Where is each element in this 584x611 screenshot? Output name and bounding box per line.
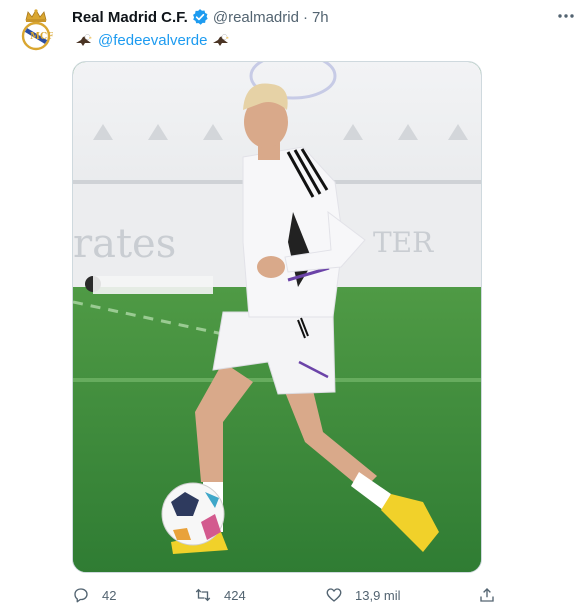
player-photo-image: rates TER [73,62,481,572]
separator-dot: · [302,8,308,26]
real-madrid-crest-icon: MCF [21,9,53,51]
like-count: 13,9 mil [355,587,401,603]
display-name[interactable]: Real Madrid C.F. [72,9,188,26]
eagle-emoji-icon [212,31,230,49]
reply-icon [74,588,88,603]
retweet-count: 424 [224,587,246,603]
mention-link[interactable]: @fedeevalverde [98,32,207,49]
svg-text:rates: rates [73,221,176,267]
retweet-icon [195,588,211,602]
timestamp[interactable]: 7h [312,9,329,26]
share-icon [480,588,494,602]
eagle-emoji-icon [75,31,93,49]
svg-text:MCF: MCF [30,32,53,42]
tweet-text: @fedeevalverde [72,29,233,51]
tweet-actions: 42 424 13,9 mil [72,583,496,607]
avatar[interactable]: MCF [16,6,56,54]
more-options-icon [558,14,574,18]
handle[interactable]: @realmadrid [213,9,299,26]
tweet[interactable]: MCF Real Madrid C.F. @realmadrid · 7h @f… [0,0,584,611]
tweet-photo[interactable]: rates TER [72,61,482,573]
share-button[interactable] [478,583,496,607]
retweet-button[interactable]: 424 [194,583,246,607]
more-options-button[interactable] [556,6,576,26]
svg-text:TER: TER [373,226,434,259]
verified-badge-icon [191,8,209,26]
like-button[interactable]: 13,9 mil [325,583,401,607]
reply-count: 42 [102,587,117,603]
tweet-header: Real Madrid C.F. @realmadrid · 7h [72,6,329,28]
heart-icon [326,588,342,602]
reply-button[interactable]: 42 [72,583,116,607]
